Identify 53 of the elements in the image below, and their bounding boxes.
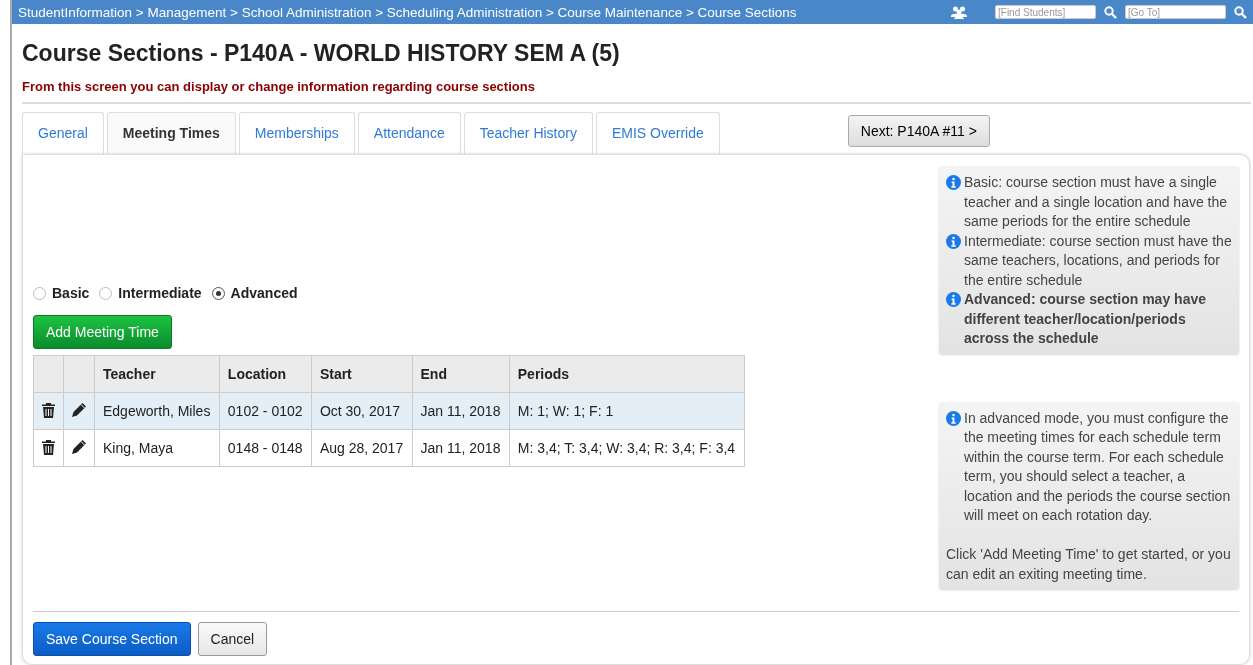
tab[interactable]: General: [22, 112, 104, 154]
next-button[interactable]: Next: P140A #11 >: [847, 115, 990, 147]
radio-label[interactable]: Advanced: [230, 285, 298, 301]
table-cell: King, Maya: [94, 429, 220, 467]
table-cell: M: 3,4; T: 3,4; W: 3,4; R: 3,4; F: 3,4: [509, 429, 745, 467]
radio-button[interactable]: [99, 286, 113, 300]
tab[interactable]: Memberships: [238, 112, 355, 154]
page-description: From this screen you can display or change information regarding course sections: [22, 79, 536, 94]
table-cell: Edgeworth, Miles: [94, 392, 220, 430]
table-cell: 0102 - 0102: [219, 392, 312, 430]
trash-icon[interactable]: [41, 401, 56, 418]
note-text: In advanced mode, you must configure the the meeting times for each schedule term within the course term. For each schedule term, you should select a teacher, a location and the periods the course section will meet on each rotation day.: [964, 408, 1232, 525]
table-cell: M: 1; W: 1; F: 1: [509, 392, 745, 430]
trash-icon[interactable]: [41, 438, 56, 455]
pencil-icon[interactable]: [71, 438, 87, 455]
note-text: Basic: course section must have a single teacher and a single location and have the same periods for the entire schedule: [964, 173, 1229, 231]
info-icon: [946, 175, 961, 190]
table-row[interactable]: King, Maya 0148 - 0148 Aug 28, 2017 Jan 11, 2018 M: 3,4; T: 3,4; W: 3,4; R: 3,4; F: 3,4: [33, 429, 745, 467]
table-cell: 0148 - 0148: [219, 429, 312, 467]
radio-label[interactable]: Basic: [52, 285, 90, 301]
table-cell: Oct 30, 2017: [311, 392, 412, 430]
pencil-icon[interactable]: [71, 401, 87, 418]
note-text: Click 'Add Meeting Time' to get started, or you can edit an exiting meeting time.: [946, 545, 1232, 584]
column-header: Periods: [509, 355, 745, 393]
search-field[interactable]: [Find Students]: [995, 5, 1096, 19]
people-icon[interactable]: [951, 5, 967, 19]
search-icon[interactable]: [1234, 5, 1247, 19]
tab[interactable]: Teacher History: [463, 112, 593, 154]
cancel-button[interactable]: Cancel: [197, 622, 268, 656]
table-cell: Jan 11, 2018: [412, 392, 510, 430]
search-icon[interactable]: [1104, 5, 1117, 19]
radio-button[interactable]: [211, 286, 225, 300]
breadcrumb[interactable]: StudentInformation > Management > School Administration > Scheduling Administration > Course Maintenance > Course Sections: [18, 4, 943, 20]
tab[interactable]: EMIS Override: [595, 112, 720, 154]
search-field[interactable]: [Go To]: [1125, 5, 1226, 19]
save-button[interactable]: Save Course Section: [33, 622, 191, 656]
column-header: End: [412, 355, 510, 393]
tab[interactable]: Attendance: [357, 112, 461, 154]
page-title: Course Sections - P140A - WORLD HISTORY SEM A (5): [22, 40, 621, 67]
radio-label[interactable]: Intermediate: [118, 285, 202, 301]
note-text: Intermediate: course section must have the same teachers, locations, and periods for the entire schedule: [964, 231, 1233, 290]
table-cell: Aug 28, 2017: [311, 429, 412, 467]
radio-button[interactable]: [33, 286, 46, 300]
column-header: Teacher: [94, 355, 220, 393]
note-text: Advanced: course section may have different teacher/location/periods across the schedule: [964, 290, 1207, 348]
column-header: Start: [311, 355, 412, 393]
table-row[interactable]: Edgeworth, Miles 0102 - 0102 Oct 30, 2017 Jan 11, 2018 M: 1; W: 1; F: 1: [33, 392, 745, 430]
column-header: Location: [219, 355, 312, 393]
tab[interactable]: Meeting Times: [106, 112, 236, 154]
table-cell: Jan 11, 2018: [412, 429, 510, 467]
info-icon: [946, 292, 961, 307]
info-icon: [946, 233, 961, 249]
info-icon: [946, 410, 961, 426]
